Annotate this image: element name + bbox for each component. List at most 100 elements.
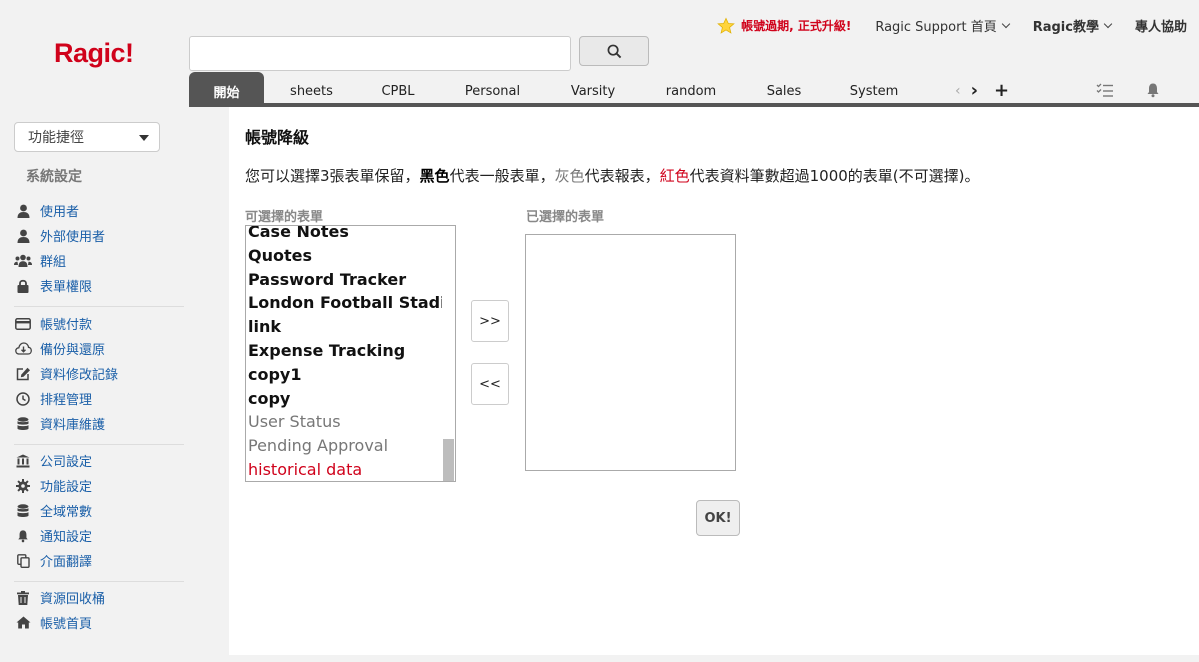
header-links: 帳號過期, 正式升級! Ragic Support 首頁 Ragic教學 專人協… [717, 16, 1187, 35]
sidebar-item-external-users[interactable]: 外部使用者 [14, 226, 105, 245]
sheet-option[interactable]: Quotes [248, 244, 444, 268]
sheet-option[interactable]: historical data [248, 458, 444, 481]
support-home-link[interactable]: Ragic Support 首頁 [875, 16, 1010, 35]
available-sheets-label: 可選擇的表單 [245, 210, 324, 225]
bottom-strip [0, 655, 1199, 662]
sidebar-item-sheet-permissions[interactable]: 表單權限 [14, 276, 92, 295]
user-icon [14, 228, 32, 244]
selected-sheets-label: 已選擇的表單 [526, 210, 605, 225]
cloud-download-icon [14, 341, 32, 357]
description-text: 您可以選擇3張表單保留， [245, 167, 420, 185]
search-button[interactable] [579, 36, 649, 66]
sidebar-item-label: 排程管理 [40, 393, 93, 408]
sheet-option[interactable]: link [248, 315, 444, 339]
sheet-option[interactable]: copy1 [248, 363, 444, 387]
tab-start[interactable]: 開始 [189, 72, 264, 104]
page-title: 帳號降級 [245, 128, 310, 147]
description: 您可以選擇3張表單保留，黑色代表一般表單，灰色代表報表，紅色代表資料筆數超過10… [245, 165, 980, 186]
sidebar-item-label: 資料庫維護 [40, 418, 106, 433]
sidebar-item-label: 帳號付款 [40, 318, 93, 333]
sidebar-item-label: 公司設定 [40, 455, 93, 470]
ok-button[interactable]: OK! [696, 500, 740, 536]
database-icon [14, 416, 32, 432]
checklist-icon[interactable] [1096, 82, 1114, 98]
sidebar-item-audit-log[interactable]: 資料修改記錄 [14, 364, 118, 383]
bank-icon [14, 453, 32, 469]
tab-varsity[interactable]: Varsity [548, 72, 638, 104]
shortcut-label: 功能捷徑 [28, 130, 84, 146]
sidebar-item-label: 使用者 [40, 205, 80, 220]
sidebar-item-billing[interactable]: 帳號付款 [14, 314, 92, 333]
users-icon [14, 253, 32, 269]
tab-random[interactable]: random [638, 72, 744, 104]
sidebar-item-label: 資源回收桶 [40, 592, 106, 607]
sidebar-item-label: 資料修改記錄 [40, 368, 119, 383]
bell-icon[interactable] [1146, 82, 1160, 98]
tab-sales[interactable]: Sales [744, 72, 824, 104]
sidebar-item-feature-settings[interactable]: 功能設定 [14, 476, 92, 495]
selected-sheets-list[interactable] [525, 234, 736, 471]
available-sheets-options: Case Notes Quotes Password Tracker London F… [248, 226, 444, 481]
sheet-option[interactable]: User Status [248, 410, 444, 434]
clock-icon [14, 391, 32, 407]
edit-icon [14, 366, 32, 382]
sheet-option[interactable]: Expense Tracking [248, 339, 444, 363]
search-input[interactable] [189, 36, 571, 71]
chevron-right-icon[interactable]: › [971, 80, 978, 101]
sheet-option[interactable]: London Football Stadiur [248, 291, 444, 315]
logo[interactable]: Ragic! [54, 38, 134, 69]
sheet-option[interactable]: Case Notes [248, 226, 444, 244]
chevron-down-icon [1103, 19, 1113, 28]
sidebar-item-schedule[interactable]: 排程管理 [14, 389, 92, 408]
support-home-label: Ragic Support 首頁 [875, 20, 997, 35]
sheet-option[interactable]: copy [248, 387, 444, 411]
add-tab-icon[interactable]: + [994, 80, 1009, 101]
tab-sheets[interactable]: sheets [264, 72, 359, 104]
scrollbar[interactable] [442, 226, 455, 481]
tab-bar: 開始 sheets CPBL Personal Varsity random S… [189, 72, 924, 104]
remove-sheet-button[interactable]: << [471, 363, 509, 405]
sidebar-item-notification-settings[interactable]: 通知設定 [14, 526, 92, 545]
shortcut-dropdown[interactable]: 功能捷徑 [14, 122, 160, 152]
tab-cpbl[interactable]: CPBL [359, 72, 437, 104]
copy-icon [14, 553, 32, 569]
scrollbar-thumb[interactable] [443, 439, 454, 481]
top-bar: Ragic! 帳號過期, 正式升級! Ragic Support 首頁 Ragi… [0, 0, 1199, 104]
sidebar-item-label: 備份與還原 [40, 343, 106, 358]
available-sheets-list[interactable]: Case Notes Quotes Password Tracker London F… [245, 225, 456, 482]
sidebar-item-global-constants[interactable]: 全域常數 [14, 501, 92, 520]
sidebar-item-groups[interactable]: 群組 [14, 251, 66, 270]
sidebar-item-account-home[interactable]: 帳號首頁 [14, 613, 92, 632]
sheet-option[interactable]: Password Tracker [248, 268, 444, 292]
tab-personal[interactable]: Personal [437, 72, 548, 104]
sidebar-item-db-maintenance[interactable]: 資料庫維護 [14, 414, 105, 433]
sidebar-item-label: 表單權限 [40, 280, 93, 295]
sidebar-item-backup[interactable]: 備份與還原 [14, 339, 105, 358]
tab-system[interactable]: System [824, 72, 924, 104]
divider [14, 581, 184, 582]
sidebar-item-label: 全域常數 [40, 505, 93, 520]
add-sheet-button[interactable]: >> [471, 300, 509, 342]
sidebar-item-recycle-bin[interactable]: 資源回收桶 [14, 588, 105, 607]
expert-help-link[interactable]: 專人協助 [1135, 16, 1187, 35]
tutorial-link[interactable]: Ragic教學 [1033, 16, 1113, 35]
section-title: 系統設定 [26, 169, 82, 185]
sidebar-item-label: 通知設定 [40, 530, 93, 545]
sidebar-item-company-settings[interactable]: 公司設定 [14, 451, 92, 470]
sidebar-item-label: 功能設定 [40, 480, 93, 495]
sidebar-item-label: 群組 [40, 255, 67, 270]
user-icon [14, 203, 32, 219]
toolbar-icons [1096, 82, 1160, 98]
upgrade-warning[interactable]: 帳號過期, 正式升級! [717, 16, 851, 35]
lock-icon [14, 278, 32, 294]
sidebar-item-users[interactable]: 使用者 [14, 201, 79, 220]
divider [14, 444, 184, 445]
chevron-left-icon[interactable]: ‹ [955, 83, 961, 99]
search-icon [607, 44, 621, 58]
caret-down-icon [139, 135, 149, 141]
sidebar: 功能捷徑 系統設定 使用者 外部使用者 群組 表單權限 帳號付款 備份與還原 資… [0, 107, 229, 655]
divider [14, 306, 184, 307]
sidebar-item-ui-translation[interactable]: 介面翻譯 [14, 551, 92, 570]
sheet-option[interactable]: Pending Approval [248, 434, 444, 458]
bell-icon [14, 528, 32, 544]
